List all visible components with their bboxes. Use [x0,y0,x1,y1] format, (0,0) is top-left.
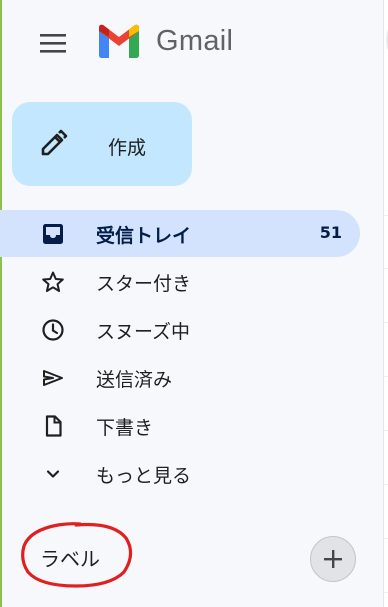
nav-item-snoozed[interactable]: スヌーズ中 [0,306,360,353]
row-divider [384,268,388,269]
nav-item-inbox[interactable]: 受信トレイ 51 [0,210,360,257]
gmail-logo[interactable]: Gmail [96,23,233,59]
row-divider [384,538,388,539]
pencil-icon [41,129,68,156]
unread-count: 51 [319,223,342,242]
star-icon [40,269,66,295]
row-divider [384,430,388,431]
nav-item-starred[interactable]: スター付き [0,258,360,305]
chevron-down-icon [40,461,66,487]
row-divider [384,215,388,216]
row-divider [384,592,388,593]
nav-item-sent[interactable]: 送信済み [0,354,360,401]
plus-icon [324,550,342,568]
row-divider [384,376,388,377]
row-divider [384,484,388,485]
inbox-icon [40,221,66,247]
main-menu-button[interactable] [36,28,70,58]
nav-label-more: もっと見る [96,465,192,487]
nav-label-starred: スター付き [96,273,192,295]
clock-icon [40,317,66,343]
nav-item-drafts[interactable]: 下書き [0,402,360,449]
compose-button[interactable]: 作成 [12,102,192,186]
send-icon [40,365,66,391]
hamburger-icon [40,34,66,53]
gmail-wordmark: Gmail [156,24,234,57]
gmail-m-icon [99,24,139,58]
mail-list-edge [383,0,388,607]
nav-label-sent: 送信済み [96,369,173,391]
add-label-button[interactable] [310,536,356,582]
nav-label-inbox: 受信トレイ [96,225,192,247]
nav-label-snoozed: スヌーズ中 [96,321,191,343]
nav-item-more[interactable]: もっと見る [0,450,360,497]
labels-heading: ラベル [40,547,100,571]
draft-icon [40,413,66,439]
nav-label-drafts: 下書き [96,417,154,439]
row-divider [384,322,388,323]
compose-label: 作成 [108,137,147,159]
